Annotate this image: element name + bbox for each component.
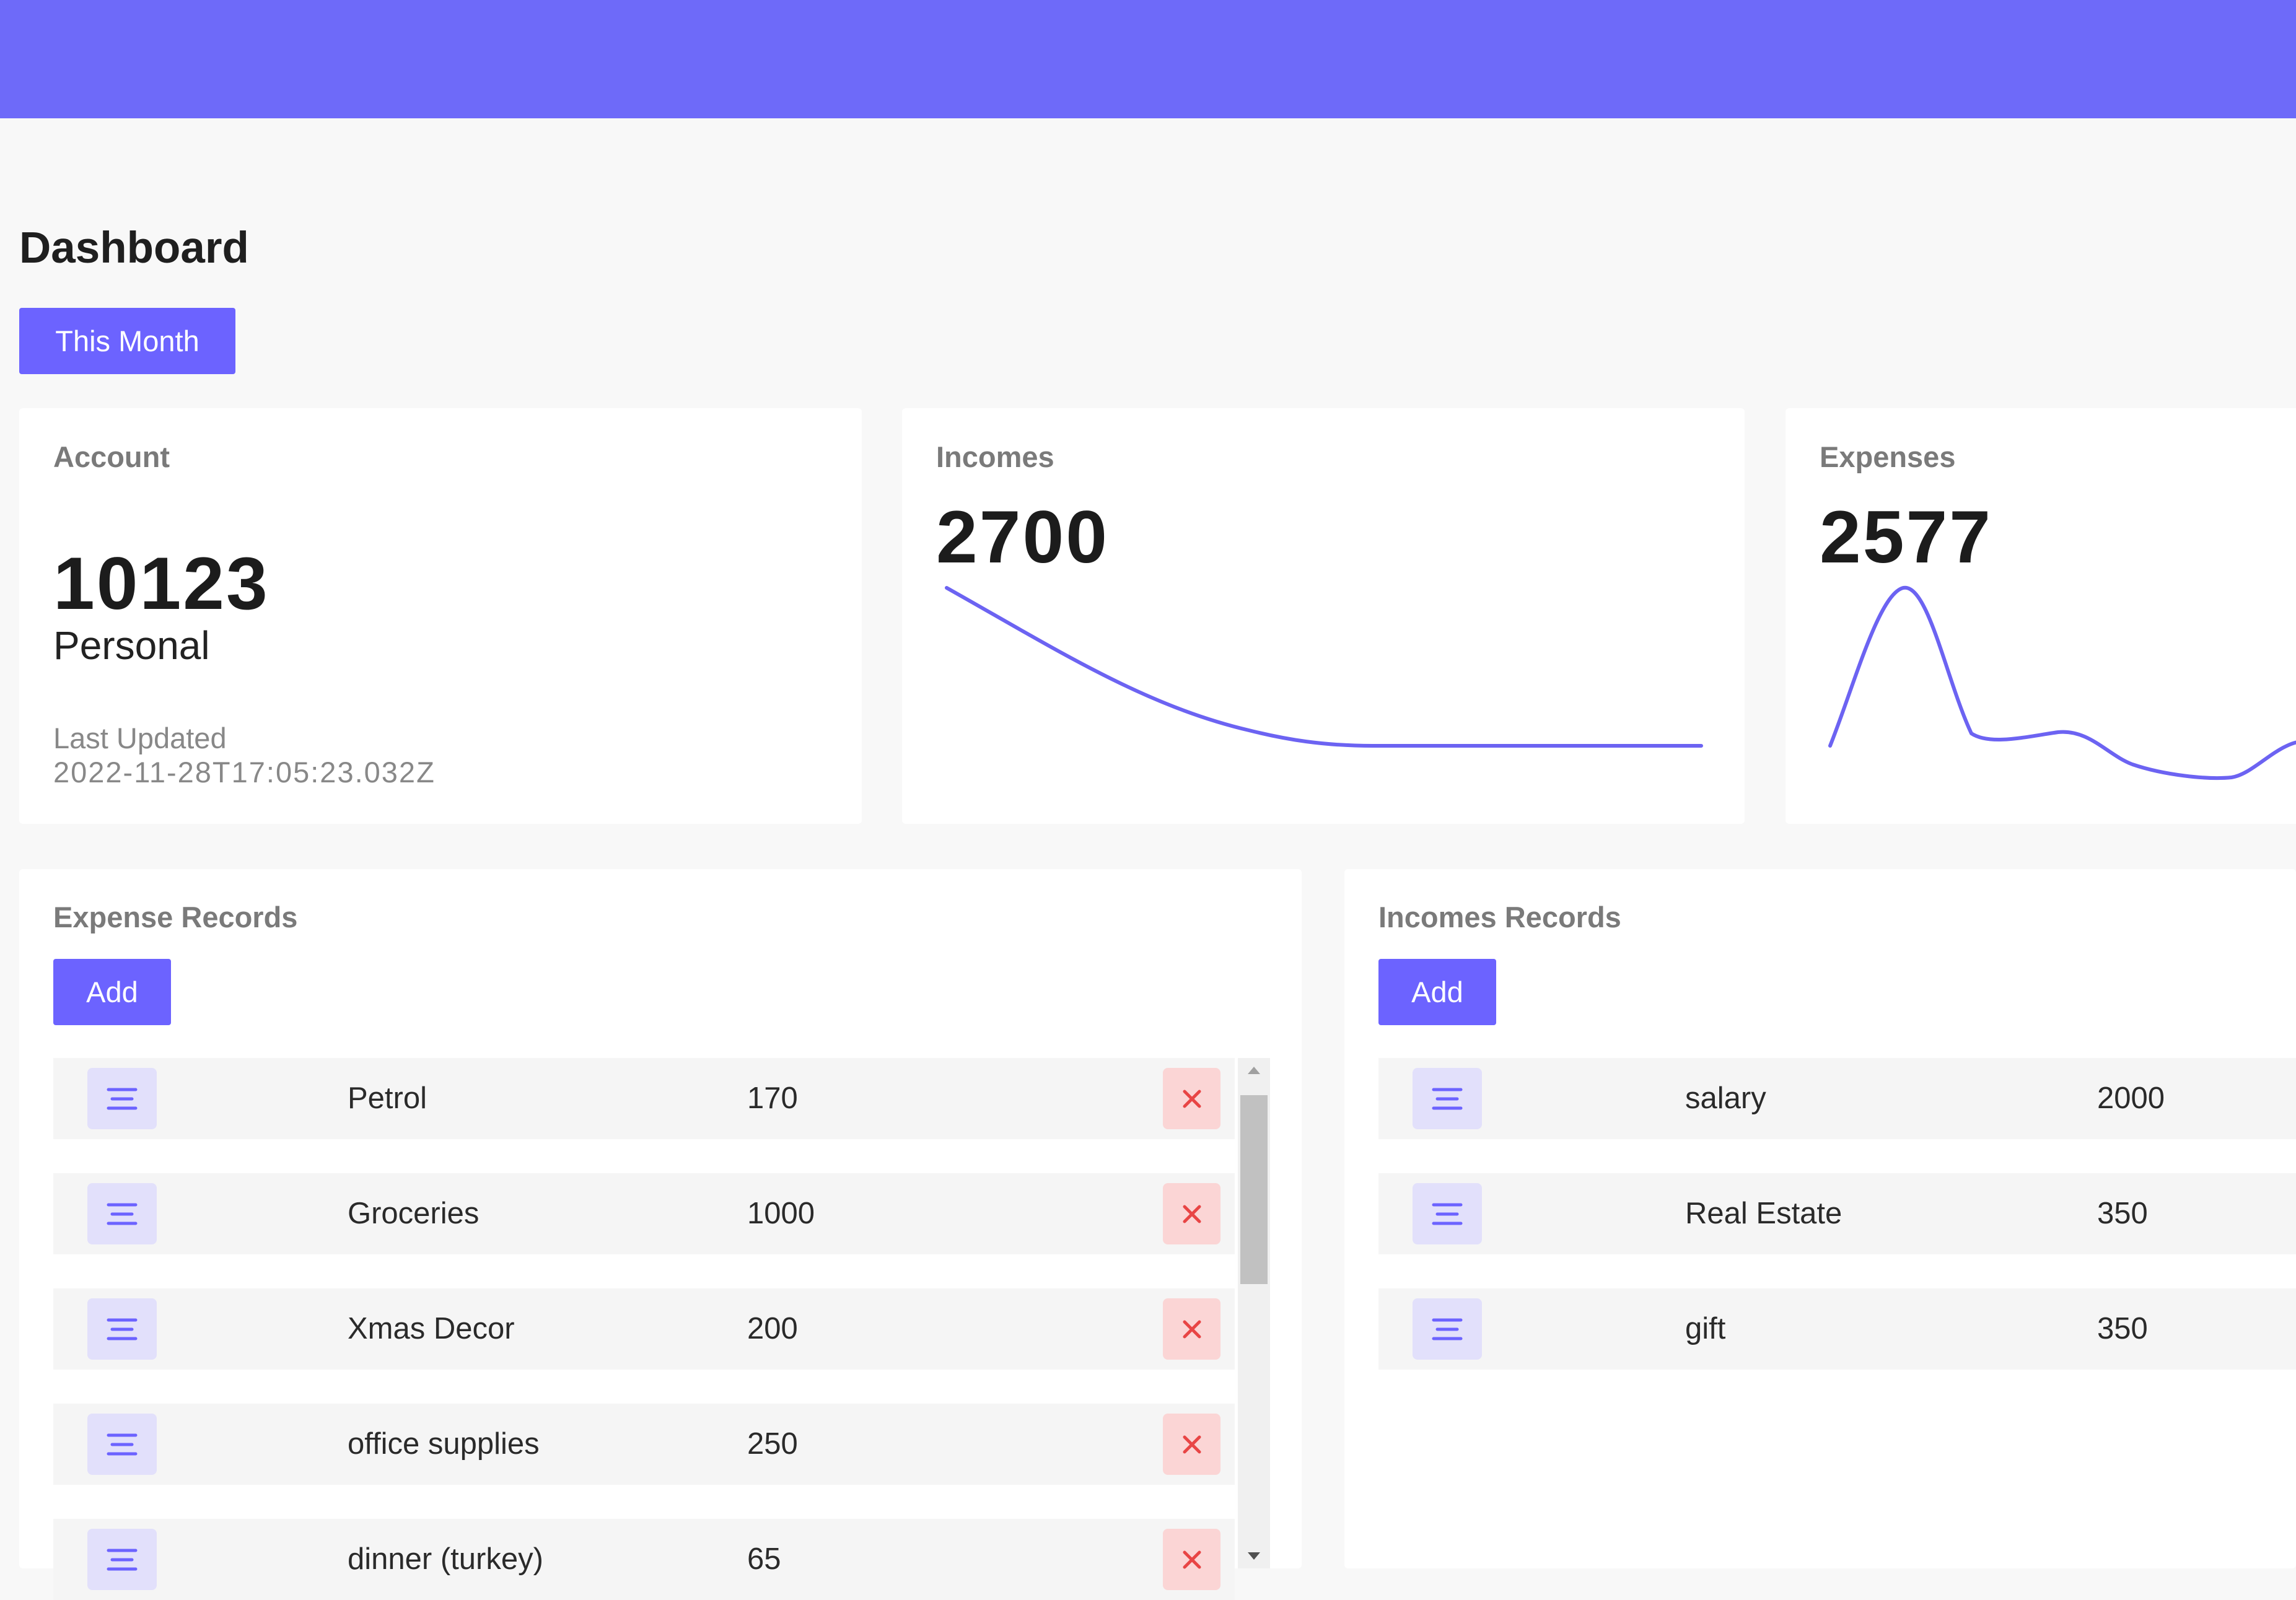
account-card: Account 10123 Personal Last Updated 2022… <box>19 408 862 824</box>
expense-list-scrollbar[interactable] <box>1238 1058 1270 1568</box>
expense-row: dinner (turkey) 65 <box>53 1519 1235 1600</box>
expense-row: Groceries 1000 <box>53 1173 1235 1254</box>
income-row: gift 350 <box>1378 1288 2296 1370</box>
expenses-card: Expenses 2577 <box>1786 408 2296 824</box>
income-row: salary 2000 <box>1378 1058 2296 1139</box>
last-updated-value: 2022-11-28T17:05:23.032Z <box>53 756 436 789</box>
add-expense-button[interactable]: Add <box>53 959 171 1025</box>
expense-amount: 250 <box>747 1427 798 1461</box>
last-updated-label: Last Updated <box>53 722 227 754</box>
close-icon[interactable] <box>1163 1529 1220 1590</box>
expenses-sparkline <box>1828 585 2296 780</box>
expense-name: dinner (turkey) <box>348 1542 543 1576</box>
expense-name: Xmas Decor <box>348 1312 515 1345</box>
income-records-panel: Incomes Records Add salary 2000 Real Est… <box>1344 869 2296 1568</box>
expense-amount: 170 <box>747 1082 798 1115</box>
menu-lines-icon[interactable] <box>1413 1298 1482 1360</box>
menu-lines-icon[interactable] <box>87 1183 157 1244</box>
expense-row: Xmas Decor 200 <box>53 1288 1235 1370</box>
expense-name: office supplies <box>348 1427 540 1461</box>
income-amount: 350 <box>2097 1197 2148 1230</box>
expense-records-panel: Expense Records Add Petrol 170 Groceries… <box>19 869 1302 1600</box>
incomes-sparkline <box>945 586 1703 748</box>
incomes-card: Incomes 2700 <box>902 408 1745 824</box>
menu-lines-icon[interactable] <box>1413 1068 1482 1129</box>
menu-lines-icon[interactable] <box>87 1414 157 1475</box>
expense-records-title: Expense Records <box>53 901 298 933</box>
account-label: Account <box>53 440 170 473</box>
scrollbar-thumb[interactable] <box>1240 1095 1268 1284</box>
expense-amount: 65 <box>747 1542 781 1576</box>
income-name: gift <box>1685 1312 1726 1345</box>
expense-amount: 1000 <box>747 1197 815 1230</box>
menu-lines-icon[interactable] <box>87 1529 157 1590</box>
menu-lines-icon[interactable] <box>87 1068 157 1129</box>
account-balance: 10123 <box>53 542 269 625</box>
page-title: Dashboard <box>19 224 249 273</box>
income-amount: 2000 <box>2097 1082 2165 1115</box>
income-row: Real Estate 350 <box>1378 1173 2296 1254</box>
expense-row: office supplies 250 <box>53 1404 1235 1485</box>
this-month-button[interactable]: This Month <box>19 308 235 374</box>
expense-row: Petrol 170 <box>53 1058 1235 1139</box>
expenses-sparkline-line <box>1828 585 2296 780</box>
menu-lines-icon[interactable] <box>87 1298 157 1360</box>
top-navbar <box>0 0 2296 118</box>
close-icon[interactable] <box>1163 1414 1220 1475</box>
close-icon[interactable] <box>1163 1068 1220 1129</box>
incomes-sparkline-line <box>945 586 1703 748</box>
menu-lines-icon[interactable] <box>1413 1183 1482 1244</box>
account-type: Personal <box>53 623 210 668</box>
expense-name: Petrol <box>348 1082 427 1115</box>
add-income-button[interactable]: Add <box>1378 959 1496 1025</box>
close-icon[interactable] <box>1163 1183 1220 1244</box>
arrow-up-icon[interactable] <box>1238 1058 1270 1083</box>
expense-amount: 200 <box>747 1312 798 1345</box>
expense-name: Groceries <box>348 1197 480 1230</box>
income-amount: 350 <box>2097 1312 2148 1345</box>
income-name: Real Estate <box>1685 1197 1842 1230</box>
income-name: salary <box>1685 1082 1766 1115</box>
income-records-title: Incomes Records <box>1378 901 1621 933</box>
arrow-down-icon[interactable] <box>1238 1544 1270 1568</box>
close-icon[interactable] <box>1163 1298 1220 1360</box>
